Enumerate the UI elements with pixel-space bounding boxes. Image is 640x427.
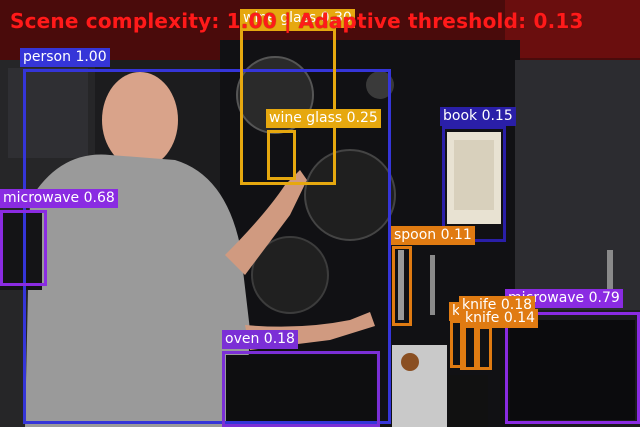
bbox-book (442, 126, 506, 242)
bbox-knife-b (474, 326, 492, 370)
label-oven: oven 0.18 (222, 330, 298, 349)
label-person: person 1.00 (20, 48, 110, 67)
bbox-wine-glass (267, 130, 296, 180)
label-microwave-left: microwave 0.68 (0, 189, 118, 208)
bbox-oven (222, 351, 380, 427)
label-book: book 0.15 (440, 107, 516, 126)
label-wine-glass: wine glass 0.25 (266, 109, 381, 128)
bbox-microwave-left (0, 210, 47, 286)
bbox-spoon (392, 246, 412, 326)
label-knife-b: knife 0.14 (462, 309, 539, 328)
bbox-microwave-right (505, 312, 640, 424)
detection-viewer: wine glass 0.30 person 1.00 wine glass 0… (0, 0, 640, 427)
utensil-crock-shape (392, 345, 447, 427)
scene-complexity-header: Scene complexity: 1.00 | Adaptive thresh… (10, 9, 584, 33)
label-spoon: spoon 0.11 (391, 226, 475, 245)
